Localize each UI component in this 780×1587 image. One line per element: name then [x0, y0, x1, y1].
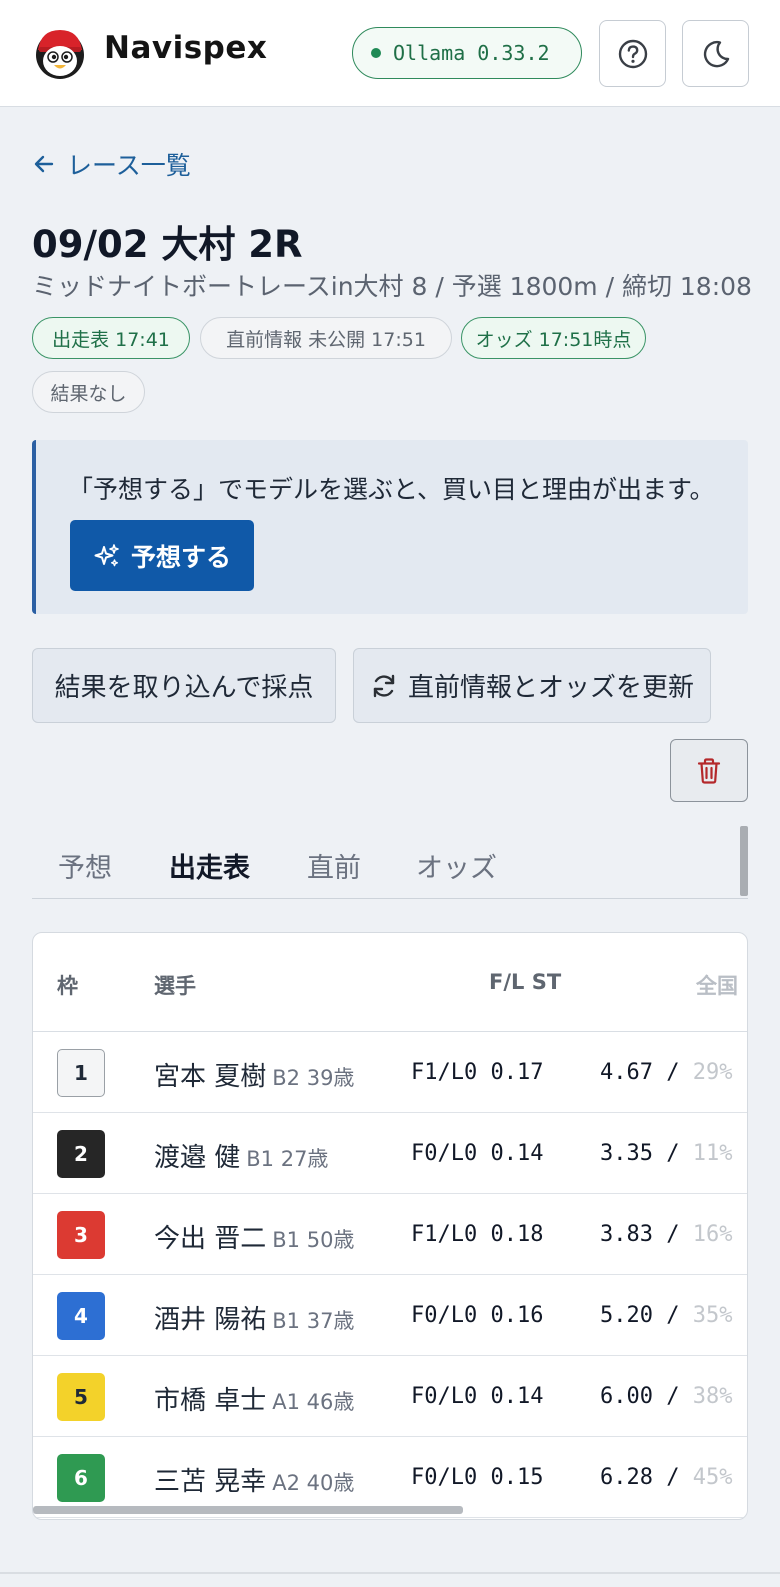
- help-button[interactable]: [599, 20, 666, 87]
- table-row: 5 市橋 卓士 A1 46歳 F0/L0 0.14 6.00 / 38%: [33, 1356, 747, 1437]
- frame-number-badge: 5: [57, 1373, 105, 1421]
- col-fl-st: F/L ST: [489, 970, 562, 994]
- fl-st-value: F1/L0 0.18: [411, 1222, 544, 1247]
- national-rate-number: 6.28 /: [600, 1465, 693, 1490]
- national-rate-percent: 16%: [692, 1222, 733, 1247]
- national-rate-number: 3.83 /: [600, 1222, 693, 1247]
- col-frame: 枠: [57, 974, 78, 998]
- racer-class-age: B1 37歳: [272, 1309, 355, 1333]
- col-national-rate: 全国: [696, 974, 738, 998]
- arrow-left-icon: [34, 155, 54, 173]
- refresh-odds-button[interactable]: 直前情報とオッズを更新: [353, 648, 711, 723]
- moon-icon: [703, 40, 729, 67]
- race-title: 09/02 大村 2R: [32, 223, 303, 266]
- racer-name: 今出 晋二 B1 50歳: [154, 1218, 354, 1255]
- national-rate-value: 6.28 / 45%: [600, 1465, 732, 1490]
- racer-name-text: 三苫 晃幸: [154, 1467, 267, 1497]
- tab-odds[interactable]: オッズ: [416, 846, 497, 885]
- racer-name-text: 今出 晋二: [154, 1224, 267, 1254]
- racer-name: 市橋 卓士 A1 46歳: [154, 1380, 354, 1417]
- frame-number-badge: 6: [57, 1454, 105, 1502]
- racer-name-text: 酒井 陽祐: [154, 1305, 267, 1335]
- national-rate-value: 4.67 / 29%: [600, 1060, 732, 1085]
- theme-toggle-button[interactable]: [682, 20, 749, 87]
- race-detail-tabs: 予想 出走表 直前 オッズ: [32, 828, 748, 899]
- national-rate-number: 3.35 /: [600, 1141, 693, 1166]
- national-rate-number: 5.20 /: [600, 1303, 693, 1328]
- table-row: 4 酒井 陽祐 B1 37歳 F0/L0 0.16 5.20 / 35%: [33, 1275, 747, 1356]
- predict-button-label: 予想する: [130, 542, 231, 572]
- national-rate-number: 6.00 /: [600, 1384, 693, 1409]
- import-results-score-button[interactable]: 結果を取り込んで採点: [32, 648, 336, 723]
- frame-number-badge: 4: [57, 1292, 105, 1340]
- tab-pre-race[interactable]: 直前: [307, 846, 361, 885]
- racer-class-age: B1 27歳: [246, 1147, 329, 1171]
- trash-icon: [697, 757, 721, 784]
- fl-st-value: F0/L0 0.15: [411, 1465, 544, 1490]
- entry-list-status-chip: 出走表 17:41: [32, 317, 190, 359]
- racer-name-text: 市橋 卓士: [154, 1386, 267, 1416]
- table-row: 3 今出 晋二 B1 50歳 F1/L0 0.18 3.83 / 16%: [33, 1194, 747, 1275]
- race-subtitle: ミッドナイトボートレースin大村 8 / 予選 1800m / 締切 18:08: [32, 272, 752, 301]
- fl-st-value: F0/L0 0.16: [411, 1303, 544, 1328]
- national-rate-percent: 29%: [692, 1060, 733, 1085]
- import-results-label: 結果を取り込んで採点: [54, 673, 314, 703]
- national-rate-value: 6.00 / 38%: [600, 1384, 732, 1409]
- tab-entry-list[interactable]: 出走表: [169, 846, 250, 885]
- prediction-info-message: 「予想する」でモデルを選ぶと、買い目と理由が出ます。: [68, 475, 715, 504]
- racer-name-text: 渡邉 健: [154, 1143, 241, 1173]
- national-rate-number: 4.67 /: [600, 1060, 693, 1085]
- frame-number-badge: 1: [57, 1049, 105, 1097]
- national-rate-value: 3.35 / 11%: [600, 1141, 732, 1166]
- tab-prediction[interactable]: 予想: [58, 846, 112, 885]
- national-rate-value: 5.20 / 35%: [600, 1303, 732, 1328]
- status-dot-icon: [371, 48, 381, 58]
- table-horizontal-scrollbar[interactable]: [33, 1506, 463, 1514]
- frame-number-badge: 3: [57, 1211, 105, 1259]
- version-label: Ollama 0.33.2: [393, 41, 550, 65]
- racer-name: 酒井 陽祐 B1 37歳: [154, 1299, 354, 1336]
- predict-button[interactable]: 予想する: [70, 520, 254, 591]
- question-circle-icon: [618, 39, 647, 68]
- sparkles-icon: [94, 543, 119, 566]
- col-racer: 選手: [154, 974, 196, 998]
- racer-class-age: B1 50歳: [272, 1228, 355, 1252]
- delete-race-button[interactable]: [670, 739, 748, 802]
- racer-class-age: A1 46歳: [272, 1390, 355, 1414]
- pre-race-info-status-chip: 直前情報 未公開 17:51: [200, 317, 452, 359]
- table-row: 2 渡邉 健 B1 27歳 F0/L0 0.14 3.35 / 11%: [33, 1113, 747, 1194]
- page-footer-divider: [0, 1572, 780, 1574]
- refresh-odds-label: 直前情報とオッズを更新: [407, 673, 694, 703]
- national-rate-percent: 38%: [692, 1384, 733, 1409]
- prediction-info-panel: 「予想する」でモデルを選ぶと、買い目と理由が出ます。 予想する: [32, 440, 748, 614]
- racer-class-age: B2 39歳: [272, 1066, 355, 1090]
- ollama-version-badge: Ollama 0.33.2: [352, 27, 582, 79]
- fl-st-value: F0/L0 0.14: [411, 1141, 544, 1166]
- tabs-scrollbar[interactable]: [740, 826, 748, 896]
- back-link-label: レース一覧: [67, 151, 191, 180]
- result-status-chip: 結果なし: [32, 371, 145, 413]
- penguin-logo-icon: [33, 26, 87, 80]
- odds-status-chip: オッズ 17:51時点: [461, 317, 646, 359]
- fl-st-value: F1/L0 0.17: [411, 1060, 544, 1085]
- refresh-icon: [373, 674, 395, 697]
- brand-name: Navispex: [104, 30, 268, 66]
- entry-table: 枠 選手 F/L ST 全国 1 宮本 夏樹 B2 39歳 F1/L0 0.17 4.6…: [32, 932, 748, 1520]
- racer-name-text: 宮本 夏樹: [154, 1062, 267, 1092]
- racer-name: 渡邉 健 B1 27歳: [154, 1137, 328, 1174]
- racer-name: 宮本 夏樹 B2 39歳: [154, 1056, 354, 1093]
- app-header: Navispex Ollama 0.33.2: [0, 0, 780, 107]
- national-rate-percent: 11%: [692, 1141, 733, 1166]
- back-to-race-list-link[interactable]: レース一覧: [33, 146, 191, 182]
- racer-name: 三苫 晃幸 A2 40歳: [154, 1461, 354, 1498]
- national-rate-value: 3.83 / 16%: [600, 1222, 732, 1247]
- fl-st-value: F0/L0 0.14: [411, 1384, 544, 1409]
- frame-number-badge: 2: [57, 1130, 105, 1178]
- national-rate-percent: 35%: [692, 1303, 733, 1328]
- national-rate-percent: 45%: [692, 1465, 733, 1490]
- racer-class-age: A2 40歳: [272, 1471, 355, 1495]
- table-header: 枠 選手 F/L ST 全国: [33, 933, 747, 1032]
- table-row: 1 宮本 夏樹 B2 39歳 F1/L0 0.17 4.67 / 29%: [33, 1032, 747, 1113]
